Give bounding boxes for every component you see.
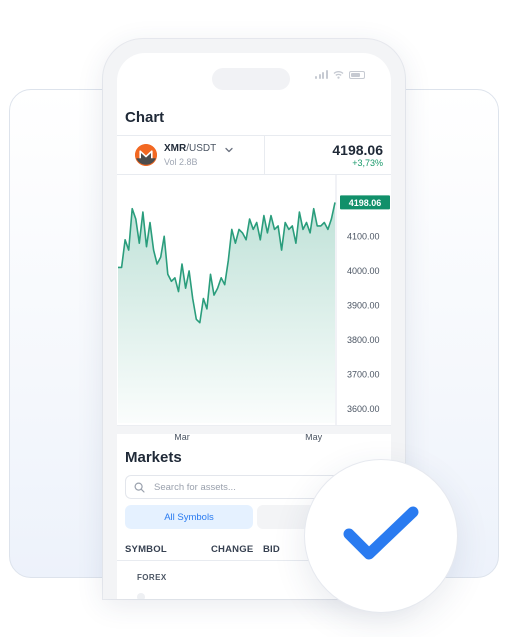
price-chart[interactable]: 4100.00 4000.00 3900.00 3800.00 3700.00 3600.… — [117, 175, 391, 442]
last-price-badge: 4198.06 — [340, 195, 390, 210]
price-change: +3,73% — [352, 158, 383, 168]
pair-symbol: XMR/USDT — [164, 143, 216, 154]
battery-icon — [348, 70, 365, 79]
signal-icon — [315, 70, 328, 79]
y-tick-label: 3900.00 — [347, 300, 380, 310]
pair-quote: /USDT — [186, 143, 217, 154]
list-item[interactable] — [137, 593, 145, 599]
y-tick-label: 4100.00 — [347, 231, 380, 241]
chevron-down-icon[interactable] — [224, 146, 234, 154]
price-chart-svg: 4100.00 4000.00 3900.00 3800.00 3700.00 3600.… — [118, 175, 390, 442]
search-icon — [134, 482, 145, 493]
pair-divider — [264, 136, 265, 174]
group-label-forex: FOREX — [137, 573, 167, 582]
y-tick-label: 3700.00 — [347, 370, 380, 380]
pair-selector[interactable]: XMR/USDT Vol 2.8B 4198.06 +3,73% — [117, 135, 391, 175]
last-price-label: 4198.06 — [349, 198, 382, 208]
y-tick-label: 3800.00 — [347, 335, 380, 345]
chart-section-title: Chart — [125, 109, 165, 126]
wifi-icon — [333, 71, 343, 79]
section-divider — [117, 425, 391, 434]
y-tick-label: 4000.00 — [347, 266, 380, 276]
success-badge — [304, 459, 458, 613]
pair-base: XMR — [164, 143, 187, 154]
phone-notch — [212, 68, 290, 90]
column-header-bid[interactable]: BID — [263, 544, 280, 555]
column-header-change[interactable]: CHANGE — [211, 544, 253, 555]
tab-all-symbols[interactable]: All Symbols — [125, 505, 253, 529]
pair-volume: Vol 2.8B — [164, 157, 198, 167]
current-price: 4198.06 — [332, 142, 383, 158]
markets-title: Markets — [125, 449, 182, 466]
column-header-symbol[interactable]: SYMBOL — [125, 544, 167, 555]
monero-icon — [135, 144, 157, 166]
chart-area-fill — [118, 202, 335, 423]
checkmark-icon — [343, 506, 419, 560]
y-tick-label: 3600.00 — [347, 404, 380, 414]
status-bar — [315, 70, 365, 79]
